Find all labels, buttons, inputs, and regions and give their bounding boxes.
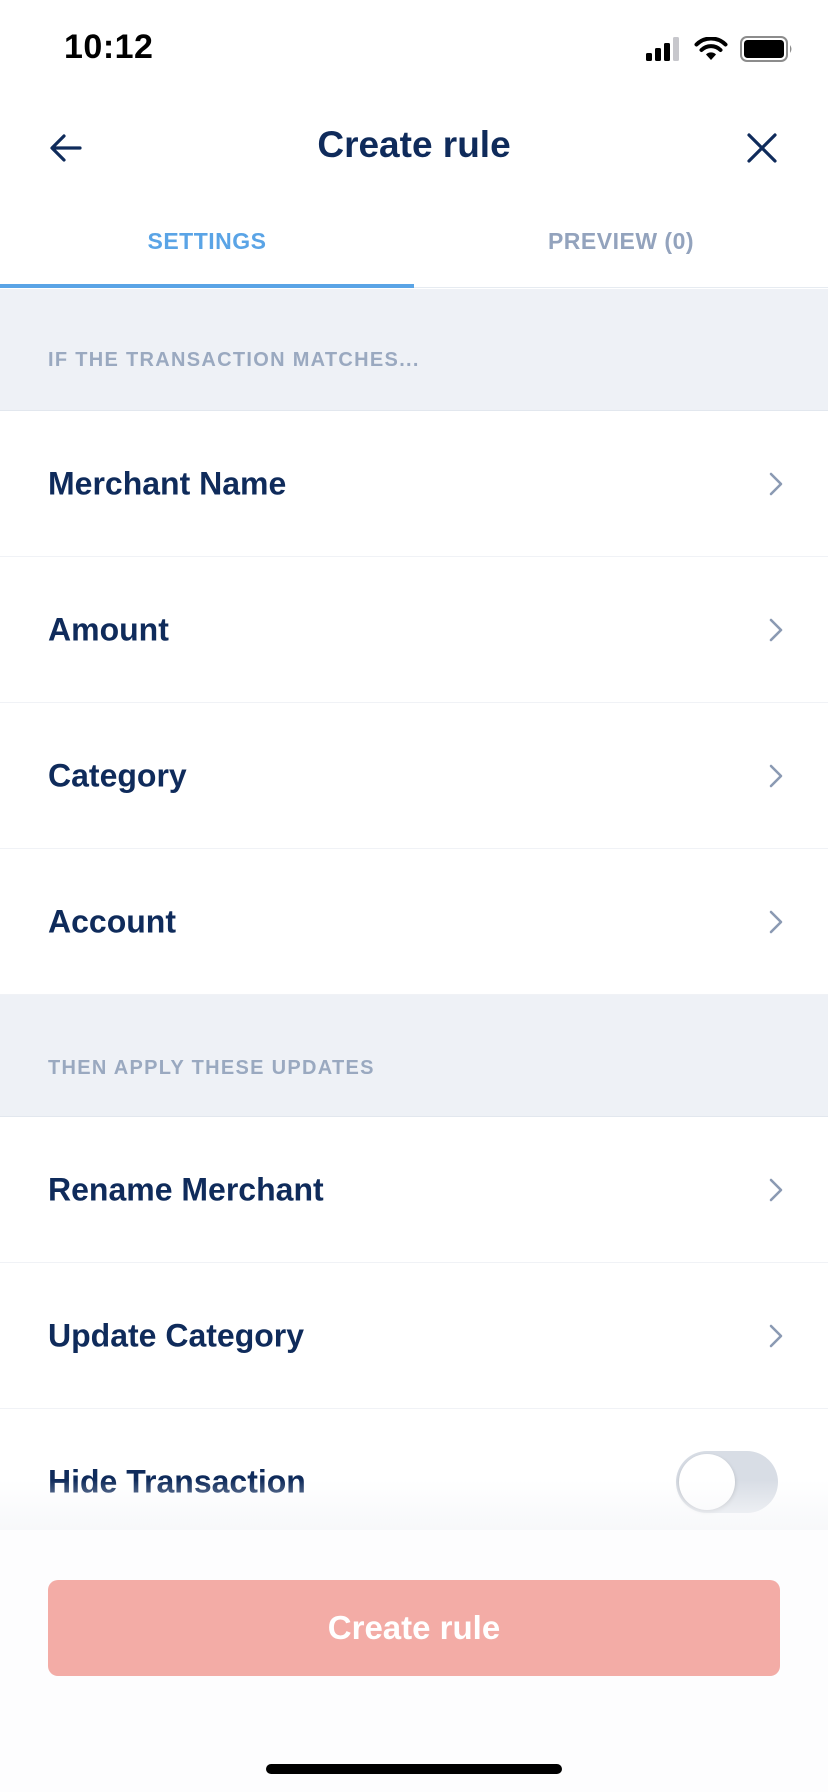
chevron-right-icon — [764, 1176, 788, 1204]
tab-preview[interactable]: PREVIEW (0) — [414, 204, 828, 287]
row-label: Account — [48, 903, 176, 939]
condition-row-category[interactable]: Category — [0, 703, 828, 849]
page-title: Create rule — [317, 124, 511, 165]
tab-bar: SETTINGS PREVIEW (0) — [0, 204, 828, 288]
action-row-update-category[interactable]: Update Category — [0, 1263, 828, 1409]
chevron-right-icon — [764, 616, 788, 644]
condition-row-amount[interactable]: Amount — [0, 557, 828, 703]
conditions-section-header: IF THE TRANSACTION MATCHES... — [0, 289, 828, 411]
chevron-right-icon — [764, 762, 788, 790]
nav-bar: Create rule — [0, 100, 828, 200]
row-label: Category — [48, 757, 187, 793]
chevron-right-icon — [764, 470, 788, 498]
row-label: Merchant Name — [48, 465, 287, 501]
battery-icon — [740, 36, 794, 67]
home-indicator — [266, 1764, 562, 1774]
status-time: 10:12 — [64, 28, 154, 66]
status-icons — [646, 36, 794, 67]
row-label: Update Category — [48, 1317, 305, 1353]
close-icon — [747, 133, 777, 163]
action-row-rename-merchant[interactable]: Rename Merchant — [0, 1117, 828, 1263]
cellular-signal-icon — [646, 37, 682, 66]
conditions-section-title: IF THE TRANSACTION MATCHES... — [48, 349, 420, 371]
chevron-right-icon — [764, 1322, 788, 1350]
condition-row-merchant-name[interactable]: Merchant Name — [0, 411, 828, 557]
actions-section-header: THEN APPLY THESE UPDATES — [0, 995, 828, 1117]
wifi-icon — [694, 36, 728, 66]
row-label: Amount — [48, 611, 169, 647]
close-button[interactable] — [736, 122, 788, 174]
status-bar: 10:12 — [0, 0, 828, 100]
create-rule-button[interactable]: Create rule — [48, 1580, 780, 1676]
chevron-right-icon — [764, 908, 788, 936]
row-label: Rename Merchant — [48, 1171, 324, 1207]
scroll-fade — [0, 1480, 828, 1530]
tab-settings[interactable]: SETTINGS — [0, 204, 414, 288]
condition-row-account[interactable]: Account — [0, 849, 828, 995]
actions-section-title: THEN APPLY THESE UPDATES — [48, 1057, 375, 1079]
